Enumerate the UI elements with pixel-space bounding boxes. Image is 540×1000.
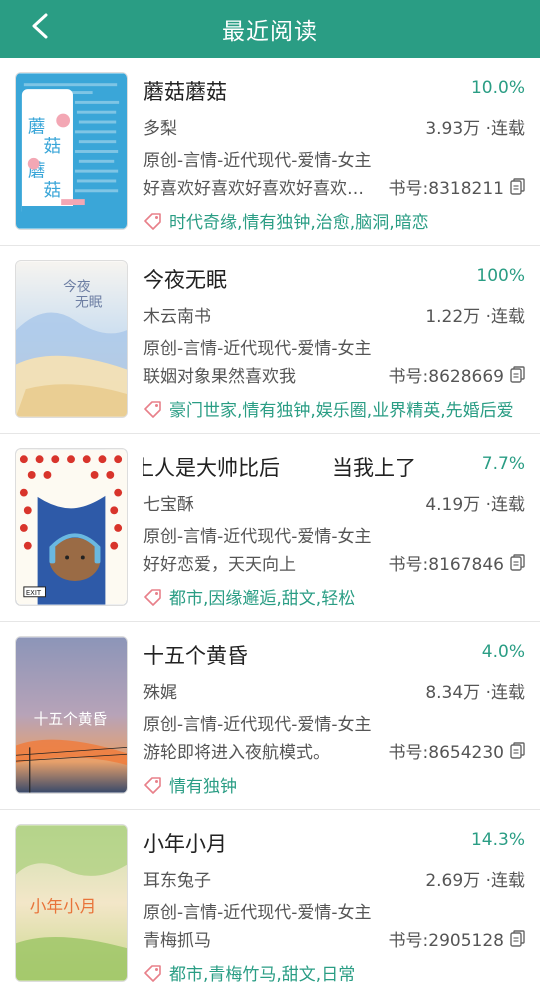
book-title: 蘑菇蘑菇: [143, 80, 227, 104]
book-author: 殊娓: [143, 683, 177, 703]
tag-row: 时代奇缘,情有独钟,治愈,脑洞,暗恋: [143, 208, 528, 233]
book-tags[interactable]: 都市,因缘邂逅,甜文,轻松: [169, 584, 355, 609]
book-id-text: 书号:8167846: [388, 555, 504, 575]
book-title: 十五个黄昏: [143, 644, 248, 668]
book-title: 上人是大帅比后 当我上了: [143, 452, 463, 482]
book-cover[interactable]: 今夜 无眠: [15, 260, 128, 418]
tag-row: 情有独钟: [143, 772, 528, 797]
book-author: 耳东兔子: [143, 871, 211, 891]
book-tags[interactable]: 都市,青梅竹马,甜文,日常: [169, 960, 355, 985]
book-id: 书号:8654230: [389, 738, 525, 763]
book-id: 书号:8318211: [389, 174, 525, 199]
word-count-status: 4.19万 ·连载: [425, 495, 525, 515]
svg-text:菇: 菇: [44, 180, 62, 201]
copy-icon[interactable]: [510, 930, 525, 947]
book-id-text: 书号:8654230: [388, 743, 504, 763]
book-intro: 好喜欢好喜欢好喜欢好喜欢好喜欢: [143, 179, 379, 199]
copy-icon[interactable]: [510, 554, 525, 571]
book-title: 小年小月: [143, 832, 227, 856]
tag-icon: [144, 588, 161, 606]
copy-icon[interactable]: [510, 178, 525, 195]
book-intro: 联姻对象果然喜欢我: [143, 367, 296, 387]
book-intro: 游轮即将进入夜航模式。: [143, 743, 330, 763]
copy-icon[interactable]: [510, 366, 525, 383]
tag-icon: [144, 400, 161, 418]
list-item[interactable]: 小年小月 小年小月 14.3% 耳东兔子 2.69万 ·连载 原创-言情-近代现…: [0, 810, 540, 998]
book-id-text: 书号:8318211: [388, 179, 504, 199]
book-category: 原创-言情-近代现代-爱情-女主: [143, 527, 372, 547]
app-header: 最近阅读: [0, 0, 540, 58]
book-author: 多梨: [143, 119, 177, 139]
svg-text:菇: 菇: [44, 136, 62, 157]
cover-mogu-image: 蘑 菇 蘑 菇: [16, 73, 127, 229]
list-item[interactable]: EXIT 上人是大帅比后 当我上了 7.7% 七宝酥 4.19万 ·连载 原创-言…: [0, 434, 540, 622]
book-intro: 好好恋爱，天天向上: [143, 555, 296, 575]
book-id-text: 书号:2905128: [388, 931, 504, 951]
reading-progress: 14.3%: [470, 830, 525, 850]
reading-progress: 4.0%: [481, 642, 525, 662]
word-count-status: 3.93万 ·连载: [425, 119, 525, 139]
book-id-text: 书号:8628669: [388, 367, 504, 387]
book-cover[interactable]: 小年小月: [15, 824, 128, 982]
book-author: 七宝酥: [143, 495, 194, 515]
tag-icon: [144, 776, 161, 794]
book-title-right: 当我上了: [332, 456, 416, 480]
book-category: 原创-言情-近代现代-爱情-女主: [143, 339, 372, 359]
list-item[interactable]: 蘑 菇 蘑 菇 蘑菇蘑菇 10.0% 多梨 3.93万 ·连载 原创-言情-近代…: [0, 58, 540, 246]
book-id: 书号:8167846: [389, 550, 525, 575]
cover-exit-text: EXIT: [26, 589, 42, 597]
svg-text:小年小月: 小年小月: [30, 897, 97, 916]
book-tags[interactable]: 时代奇缘,情有独钟,治愈,脑洞,暗恋: [169, 208, 429, 233]
book-id: 书号:2905128: [389, 926, 525, 951]
page-title: 最近阅读: [222, 19, 318, 45]
copy-icon[interactable]: [510, 742, 525, 759]
tag-row: 豪门世家,情有独钟,娱乐圈,业界精英,先婚后爱: [143, 396, 528, 421]
svg-text:十五个黄昏: 十五个黄昏: [34, 711, 108, 728]
svg-text:蘑: 蘑: [28, 116, 46, 137]
chevron-left-icon: [32, 13, 48, 39]
book-cover[interactable]: 蘑 菇 蘑 菇: [15, 72, 128, 230]
list-item[interactable]: 十五个黄昏 十五个黄昏 4.0% 殊娓 8.34万 ·连载 原创-言情-近代现代…: [0, 622, 540, 810]
list-item[interactable]: 今夜 无眠 今夜无眠 100% 木云南书 1.22万 ·连载 原创-言情-近代现…: [0, 246, 540, 434]
book-author: 木云南书: [143, 307, 211, 327]
tag-row: 都市,因缘邂逅,甜文,轻松: [143, 584, 528, 609]
book-id: 书号:8628669: [389, 362, 525, 387]
word-count-status: 8.34万 ·连载: [425, 683, 525, 703]
cover-jinye-image: 今夜 无眠: [16, 261, 127, 417]
book-tags[interactable]: 豪门世家,情有独钟,娱乐圈,业界精英,先婚后爱: [169, 396, 514, 421]
book-cover[interactable]: EXIT: [15, 448, 128, 606]
tag-icon: [144, 212, 161, 230]
cover-dashuai-image: EXIT: [16, 449, 127, 605]
word-count-status: 1.22万 ·连载: [425, 307, 525, 327]
back-button[interactable]: [22, 8, 58, 44]
book-title-left: 上人是大帅比后: [143, 456, 280, 480]
cover-xiaonian-image: 小年小月: [16, 825, 127, 981]
cover-shiwu-image: 十五个黄昏: [16, 637, 127, 793]
book-title: 今夜无眠: [143, 268, 227, 292]
reading-progress: 7.7%: [481, 454, 525, 474]
book-category: 原创-言情-近代现代-爱情-女主: [143, 715, 372, 735]
svg-text:今夜: 今夜: [63, 279, 91, 295]
reading-progress: 100%: [476, 266, 525, 286]
word-count-status: 2.69万 ·连载: [425, 871, 525, 891]
tag-row: 都市,青梅竹马,甜文,日常: [143, 960, 528, 985]
book-tags[interactable]: 情有独钟: [169, 772, 237, 797]
tag-icon: [144, 964, 161, 982]
book-category: 原创-言情-近代现代-爱情-女主: [143, 903, 372, 923]
recent-reading-list: 蘑 菇 蘑 菇 蘑菇蘑菇 10.0% 多梨 3.93万 ·连载 原创-言情-近代…: [0, 58, 540, 998]
book-category: 原创-言情-近代现代-爱情-女主: [143, 151, 372, 171]
book-intro: 青梅抓马: [143, 931, 211, 951]
reading-progress: 10.0%: [470, 78, 525, 98]
svg-text:无眠: 无眠: [75, 295, 103, 311]
book-cover[interactable]: 十五个黄昏: [15, 636, 128, 794]
